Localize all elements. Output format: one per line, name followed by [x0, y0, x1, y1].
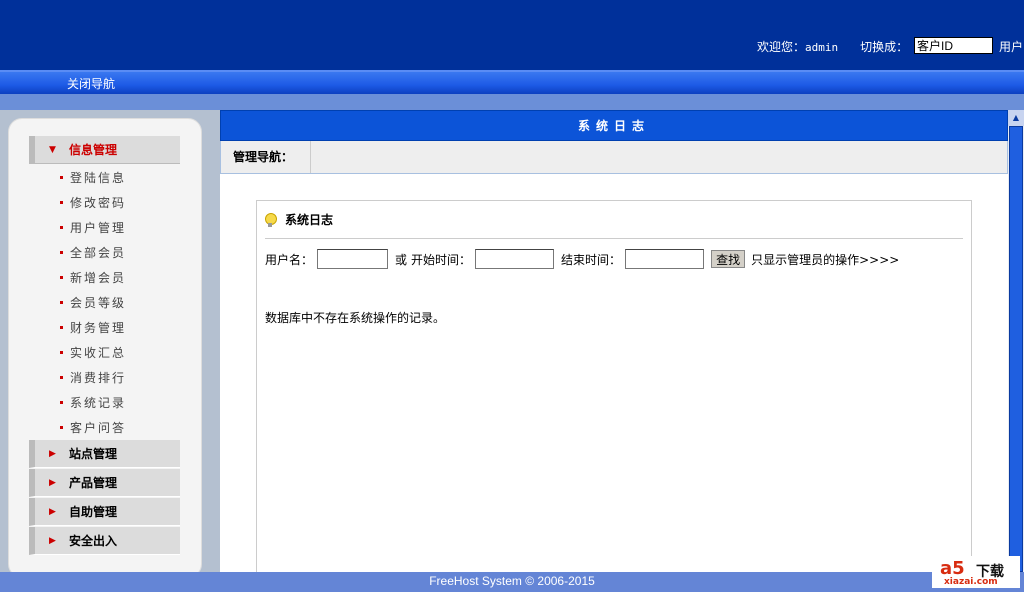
- sidebar-item-label: 全部会员: [70, 246, 127, 260]
- or-label: 或: [395, 252, 408, 267]
- log-box: 系统日志 用户名： 或 开始时间： 结束时间： 查找 只显示管理员的操作>>>>…: [256, 200, 972, 580]
- manage-nav-label: 管理导航：: [221, 141, 311, 173]
- bullet-icon: [60, 401, 63, 404]
- user-label: 用户: [999, 40, 1024, 54]
- bullet-icon: [60, 276, 63, 279]
- sidebar-item-label: 财务管理: [70, 321, 127, 335]
- scrollbar[interactable]: ▲: [1008, 110, 1024, 572]
- close-nav-link[interactable]: 关闭导航: [67, 75, 115, 92]
- top-header: 欢迎您：admin 切换成： 用户: [0, 0, 1024, 70]
- group-label: 信息管理: [69, 143, 118, 157]
- group-label: 站点管理: [69, 447, 118, 461]
- sidebar-item[interactable]: 用户管理: [29, 215, 180, 240]
- bullet-icon: [60, 226, 63, 229]
- triangle-right-icon: ▶: [49, 535, 56, 546]
- find-button[interactable]: 查找: [711, 250, 746, 268]
- bullet-icon: [60, 326, 63, 329]
- username-input[interactable]: [317, 249, 389, 269]
- sidebar-group[interactable]: ▶ 站点管理: [29, 440, 180, 468]
- watermark-logo: a5 下载 xiazai.com: [932, 556, 1020, 588]
- group-label: 产品管理: [69, 476, 118, 490]
- switch-select[interactable]: [914, 37, 993, 54]
- sidebar-item[interactable]: 系统记录: [29, 390, 180, 415]
- bullet-icon: [60, 251, 63, 254]
- bullet-icon: [60, 301, 63, 304]
- sidebar-item-label: 系统记录: [70, 396, 127, 410]
- sidebar-item[interactable]: 全部会员: [29, 240, 180, 265]
- header-band: [0, 94, 1024, 110]
- switch-label: 切换成：: [860, 40, 909, 54]
- triangle-down-icon: ▼: [49, 144, 56, 155]
- main-content: 系统日志 管理导航： 系统日志 用户名： 或 开始时间： 结束时间： 查找 只显…: [220, 110, 1008, 580]
- start-time-input[interactable]: [475, 249, 555, 269]
- sidebar-item[interactable]: 登陆信息: [29, 165, 180, 190]
- triangle-right-icon: ▶: [49, 448, 56, 459]
- bulb-icon: [265, 212, 277, 227]
- bullet-icon: [60, 201, 63, 204]
- sidebar-item[interactable]: 修改密码: [29, 190, 180, 215]
- sidebar-item[interactable]: 消费排行: [29, 365, 180, 390]
- sidebar-item-label: 用户管理: [70, 221, 127, 235]
- bullet-icon: [60, 426, 63, 429]
- box-title: 系统日志: [285, 213, 334, 227]
- username-label: 用户名：: [265, 252, 314, 267]
- footer: FreeHost System © 2006-2015: [0, 572, 1024, 592]
- sidebar-item-label: 消费排行: [70, 371, 127, 385]
- username: admin: [805, 41, 839, 54]
- group-label: 安全出入: [69, 534, 118, 548]
- triangle-right-icon: ▶: [49, 506, 56, 517]
- sidebar-group[interactable]: ▶ 安全出入: [29, 527, 180, 555]
- group-label: 自助管理: [69, 505, 118, 519]
- sidebar-item[interactable]: 实收汇总: [29, 340, 180, 365]
- welcome-label: 欢迎您：: [757, 40, 806, 54]
- manage-nav-row: 管理导航：: [220, 141, 1008, 174]
- nav-bar: 关闭导航: [0, 70, 1024, 94]
- sidebar-item-label: 修改密码: [70, 196, 127, 210]
- welcome-text: 欢迎您：admin 切换成：: [757, 38, 908, 55]
- empty-message: 数据库中不存在系统操作的记录。: [265, 311, 446, 325]
- sidebar-item[interactable]: 客户问答: [29, 415, 180, 440]
- sidebar-item-label: 客户问答: [70, 421, 127, 435]
- scroll-up-icon[interactable]: ▲: [1008, 110, 1024, 126]
- admin-only-link[interactable]: 只显示管理员的操作>>>>: [751, 251, 899, 268]
- sidebar-item[interactable]: 新增会员: [29, 265, 180, 290]
- sidebar-menu: ▼ 信息管理 登陆信息修改密码用户管理全部会员新增会员会员等级财务管理实收汇总消费…: [29, 136, 180, 556]
- sidebar-item[interactable]: 会员等级: [29, 290, 180, 315]
- bullet-icon: [60, 351, 63, 354]
- search-form: 用户名： 或 开始时间： 结束时间： 查找 只显示管理员的操作>>>>: [265, 249, 963, 269]
- sidebar-group[interactable]: ▶ 自助管理: [29, 498, 180, 526]
- page-title: 系统日志: [220, 110, 1008, 141]
- sidebar-item-label: 实收汇总: [70, 346, 127, 360]
- sidebar-group-info[interactable]: ▼ 信息管理: [29, 136, 180, 164]
- sidebar-group[interactable]: ▶ 产品管理: [29, 469, 180, 497]
- bullet-icon: [60, 376, 63, 379]
- bullet-icon: [60, 176, 63, 179]
- sidebar-item-label: 登陆信息: [70, 171, 127, 185]
- sidebar-item-label: 新增会员: [70, 271, 127, 285]
- end-time-label: 结束时间：: [561, 252, 622, 267]
- sidebar-item-label: 会员等级: [70, 296, 127, 310]
- triangle-right-icon: ▶: [49, 477, 56, 488]
- sidebar-item[interactable]: 财务管理: [29, 315, 180, 340]
- scroll-thumb[interactable]: [1009, 126, 1023, 572]
- box-header: 系统日志: [265, 201, 963, 239]
- start-time-label: 开始时间：: [411, 252, 472, 267]
- end-time-input[interactable]: [625, 249, 705, 269]
